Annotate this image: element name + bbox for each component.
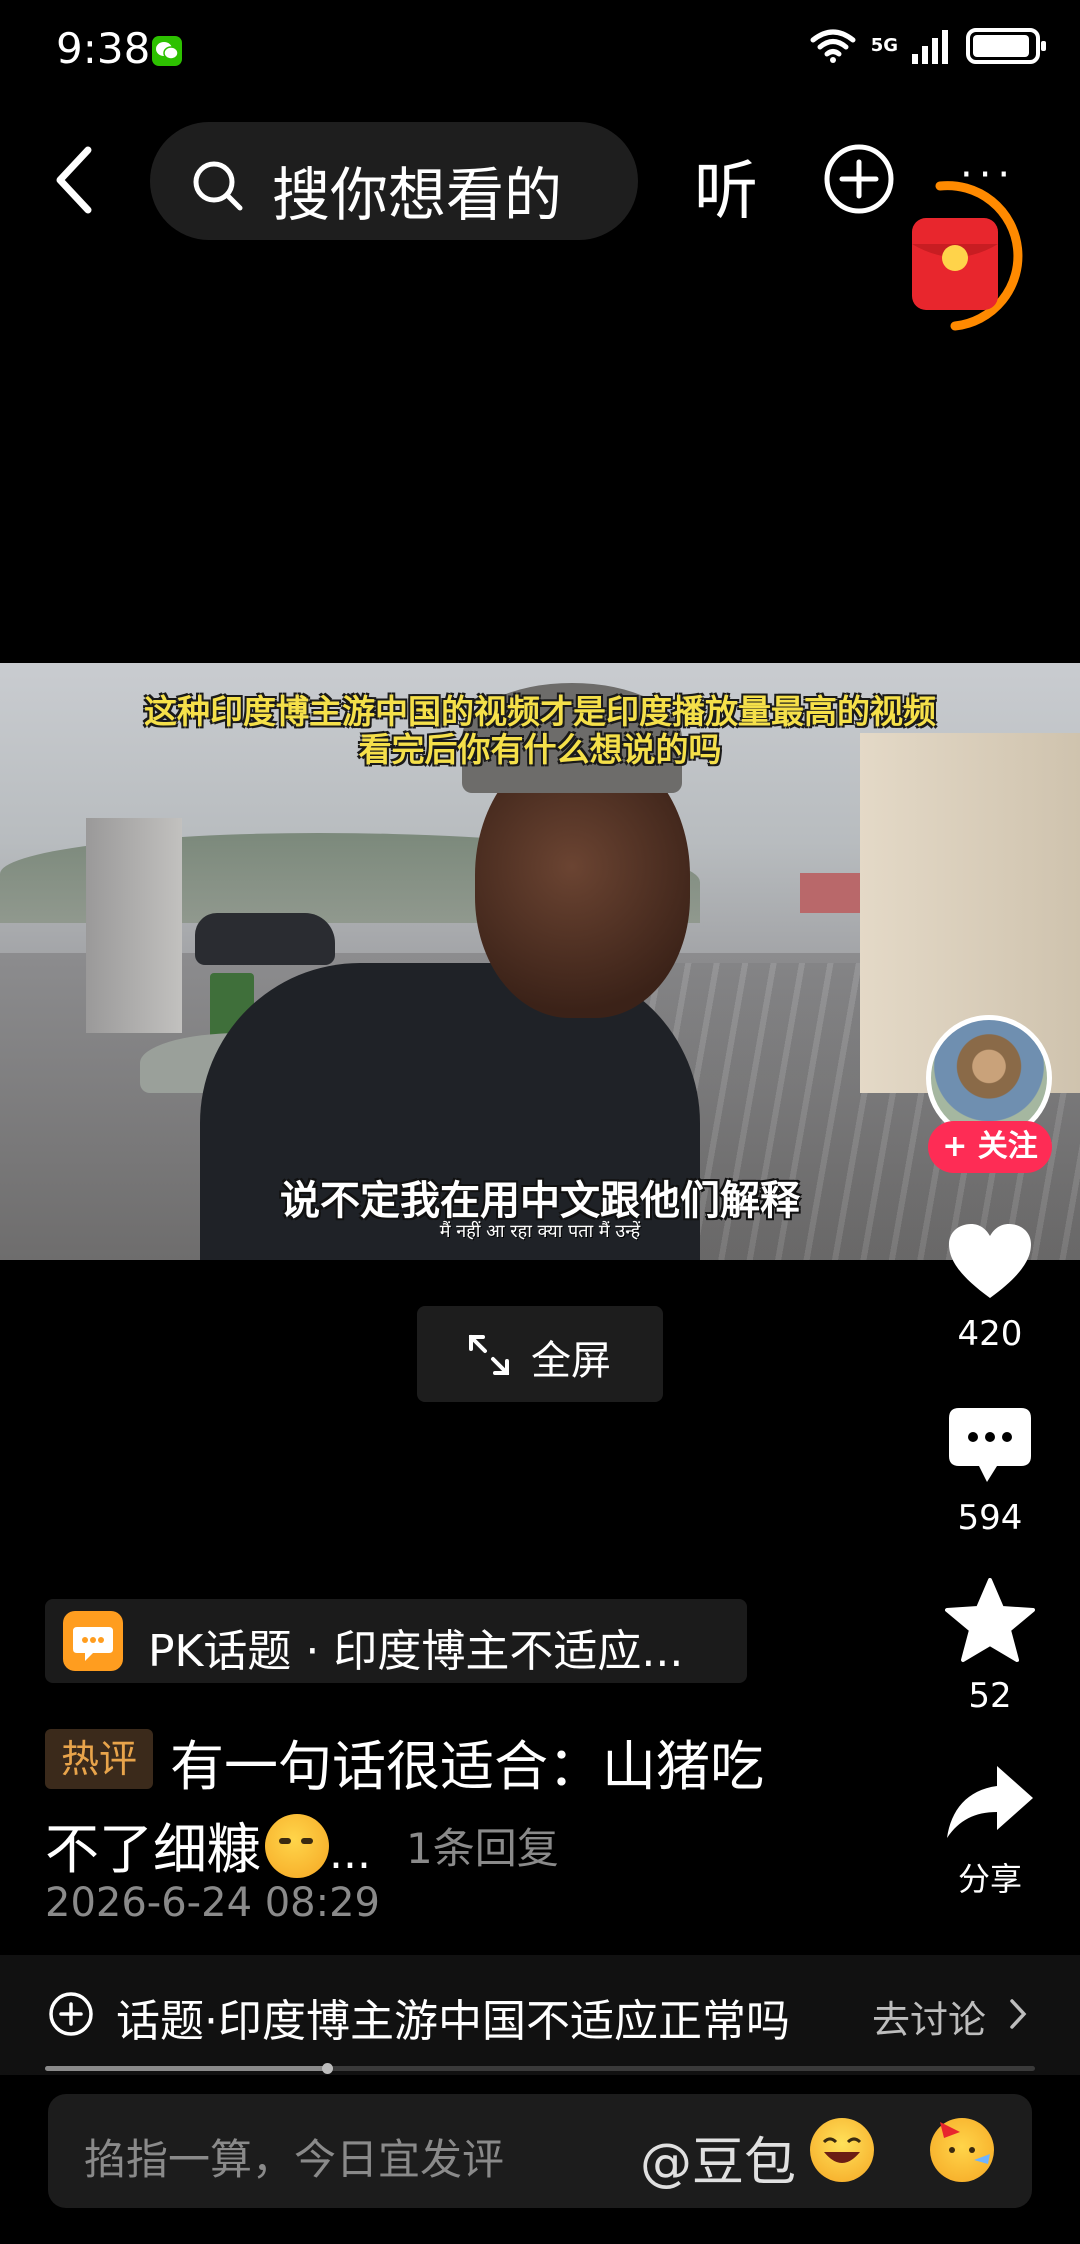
video-subtitle: 说不定我在用中文跟他们解释 [280,1178,800,1224]
laugh-emoji-icon[interactable] [810,2118,874,2182]
heart-icon [949,1224,1031,1298]
hot-comment-text-line1[interactable]: 有一句话很适合：山猪吃 [170,1722,764,1801]
video-progress-fill [45,2066,328,2071]
red-packet-icon[interactable] [900,178,1040,338]
hot-comment-text-line2-text: 不了细糠 [45,1818,261,1881]
video-caption-top: 这种印度博主游中国的视频才是印度播放量最高的视频 看完后你有什么想说的吗 [0,693,1080,769]
smug-emoji-icon [265,1814,329,1878]
pk-chat-icon [63,1611,123,1671]
mention-doubao-button[interactable]: @豆包 [640,2120,796,2195]
hot-comment-badge: 热评 [45,1729,153,1789]
expand-icon [469,1335,509,1375]
back-button[interactable] [48,140,108,220]
discuss-link[interactable]: 去讨论 [872,1989,986,2044]
share-icon [947,1766,1033,1838]
add-button[interactable] [822,142,896,220]
like-button[interactable]: 420 [930,1222,1050,1354]
topic-bar[interactable]: 话题·印度博主游中国不适应正常吗 去讨论 [0,1955,1080,2075]
share-button[interactable]: 分享 [930,1762,1050,1900]
add-circle-icon [824,144,894,214]
share-label: 分享 [957,1860,1022,1898]
battery-icon [966,28,1046,64]
topic-label: 话题·印度博主游中国不适应正常吗 [116,1996,790,2047]
wechat-notification-icon [152,36,182,66]
pk-topic-chip[interactable]: PK话题 · 印度博主不适应... [45,1599,747,1683]
party-emoji-icon[interactable] [930,2118,994,2182]
reply-count-link[interactable]: 1条回复 [406,1815,559,1876]
status-bar: 9:38 5G [0,0,1080,100]
search-placeholder: 搜你想看的 [272,161,563,229]
back-arrow-icon [56,146,92,214]
fullscreen-button[interactable]: 全屏 [417,1306,663,1402]
search-input[interactable]: 搜你想看的 [150,122,638,240]
comment-date: 2026-6-24 08:29 [45,1880,380,1926]
video-caption-top-line1: 这种印度博主游中国的视频才是印度播放量最高的视频 [144,692,936,731]
video-player[interactable]: 这种印度博主游中国的视频才是印度播放量最高的视频 看完后你有什么想说的吗 说不定… [0,663,1080,1260]
comment-input-placeholder: 掐指一算，今日宜发评 [84,2135,505,2184]
comment-input[interactable]: 掐指一算，今日宜发评 @豆包 [48,2094,1032,2208]
hot-comment-text-line2[interactable]: 不了细糠... [45,1805,371,1884]
search-icon [193,161,243,211]
star-icon [945,1578,1035,1662]
favorite-button[interactable]: 52 [930,1578,1050,1716]
network-label: 5G [870,35,898,56]
video-caption-top-line2: 看完后你有什么想说的吗 [358,730,722,769]
video-subtitle-hindi: मैं नहीं आ रहा क्या पता मैं उन्हें [439,1221,641,1242]
pk-topic-label: PK话题 · 印度博主不适应... [148,1626,684,1677]
comment-count: 594 [957,1498,1023,1538]
follow-button[interactable]: + 关注 [928,1121,1052,1173]
comment-icon [949,1408,1031,1482]
status-icons: 5G [809,28,1046,64]
favorite-count: 52 [968,1676,1012,1716]
listen-button[interactable]: 听 [694,140,758,232]
signal-icon [912,30,948,64]
plus-circle-icon [49,1992,93,2036]
status-time: 9:38 [56,24,151,73]
comment-button[interactable]: 594 [930,1406,1050,1538]
fullscreen-label: 全屏 [531,1338,611,1384]
wifi-icon [810,29,856,63]
like-count: 420 [957,1314,1023,1354]
comment-ellipsis: ... [329,1828,371,1879]
video-progress-bar[interactable] [45,2063,1035,2074]
chevron-right-icon [1010,1999,1027,2029]
